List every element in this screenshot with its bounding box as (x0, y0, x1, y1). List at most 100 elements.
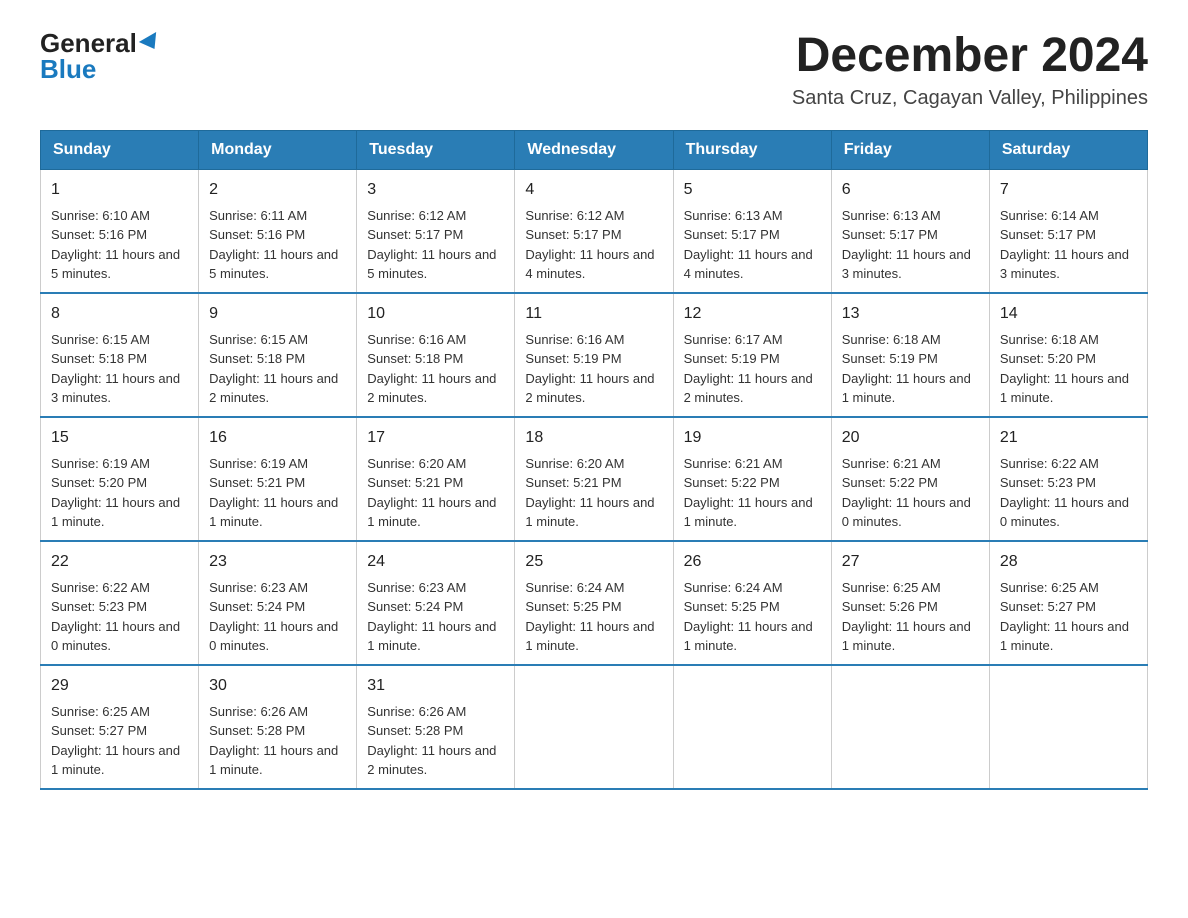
day-info: Sunrise: 6:19 AMSunset: 5:20 PMDaylight:… (51, 456, 180, 530)
day-info: Sunrise: 6:13 AMSunset: 5:17 PMDaylight:… (842, 208, 971, 282)
calendar-cell: 17 Sunrise: 6:20 AMSunset: 5:21 PMDaylig… (357, 417, 515, 541)
day-number: 23 (209, 550, 346, 574)
calendar-cell: 4 Sunrise: 6:12 AMSunset: 5:17 PMDayligh… (515, 169, 673, 293)
calendar-cell: 24 Sunrise: 6:23 AMSunset: 5:24 PMDaylig… (357, 541, 515, 665)
calendar-cell: 16 Sunrise: 6:19 AMSunset: 5:21 PMDaylig… (199, 417, 357, 541)
logo: General Blue (40, 30, 161, 82)
day-info: Sunrise: 6:19 AMSunset: 5:21 PMDaylight:… (209, 456, 338, 530)
day-number: 1 (51, 178, 188, 202)
calendar-cell: 21 Sunrise: 6:22 AMSunset: 5:23 PMDaylig… (989, 417, 1147, 541)
day-number: 22 (51, 550, 188, 574)
day-number: 21 (1000, 426, 1137, 450)
day-number: 17 (367, 426, 504, 450)
day-info: Sunrise: 6:23 AMSunset: 5:24 PMDaylight:… (209, 580, 338, 654)
calendar-header-thursday: Thursday (673, 130, 831, 169)
calendar-week-row: 8 Sunrise: 6:15 AMSunset: 5:18 PMDayligh… (41, 293, 1148, 417)
day-info: Sunrise: 6:26 AMSunset: 5:28 PMDaylight:… (367, 704, 496, 778)
day-number: 8 (51, 302, 188, 326)
calendar-cell (673, 665, 831, 789)
calendar-cell: 3 Sunrise: 6:12 AMSunset: 5:17 PMDayligh… (357, 169, 515, 293)
day-info: Sunrise: 6:23 AMSunset: 5:24 PMDaylight:… (367, 580, 496, 654)
day-info: Sunrise: 6:12 AMSunset: 5:17 PMDaylight:… (525, 208, 654, 282)
calendar-cell: 10 Sunrise: 6:16 AMSunset: 5:18 PMDaylig… (357, 293, 515, 417)
day-number: 28 (1000, 550, 1137, 574)
calendar-week-row: 22 Sunrise: 6:22 AMSunset: 5:23 PMDaylig… (41, 541, 1148, 665)
calendar-cell: 7 Sunrise: 6:14 AMSunset: 5:17 PMDayligh… (989, 169, 1147, 293)
calendar-cell: 30 Sunrise: 6:26 AMSunset: 5:28 PMDaylig… (199, 665, 357, 789)
calendar-cell: 19 Sunrise: 6:21 AMSunset: 5:22 PMDaylig… (673, 417, 831, 541)
calendar-header-monday: Monday (199, 130, 357, 169)
day-info: Sunrise: 6:15 AMSunset: 5:18 PMDaylight:… (51, 332, 180, 406)
calendar-header-row: SundayMondayTuesdayWednesdayThursdayFrid… (41, 130, 1148, 169)
page-subtitle: Santa Cruz, Cagayan Valley, Philippines (792, 87, 1148, 110)
calendar-cell: 27 Sunrise: 6:25 AMSunset: 5:26 PMDaylig… (831, 541, 989, 665)
calendar-cell: 2 Sunrise: 6:11 AMSunset: 5:16 PMDayligh… (199, 169, 357, 293)
calendar-cell: 14 Sunrise: 6:18 AMSunset: 5:20 PMDaylig… (989, 293, 1147, 417)
day-info: Sunrise: 6:22 AMSunset: 5:23 PMDaylight:… (51, 580, 180, 654)
day-info: Sunrise: 6:25 AMSunset: 5:27 PMDaylight:… (1000, 580, 1129, 654)
day-number: 7 (1000, 178, 1137, 202)
day-info: Sunrise: 6:10 AMSunset: 5:16 PMDaylight:… (51, 208, 180, 282)
day-info: Sunrise: 6:18 AMSunset: 5:19 PMDaylight:… (842, 332, 971, 406)
calendar-cell: 15 Sunrise: 6:19 AMSunset: 5:20 PMDaylig… (41, 417, 199, 541)
calendar-cell: 18 Sunrise: 6:20 AMSunset: 5:21 PMDaylig… (515, 417, 673, 541)
day-info: Sunrise: 6:24 AMSunset: 5:25 PMDaylight:… (525, 580, 654, 654)
day-number: 25 (525, 550, 662, 574)
calendar-cell: 31 Sunrise: 6:26 AMSunset: 5:28 PMDaylig… (357, 665, 515, 789)
day-info: Sunrise: 6:25 AMSunset: 5:27 PMDaylight:… (51, 704, 180, 778)
page-header: General Blue December 2024 Santa Cruz, C… (40, 30, 1148, 110)
day-info: Sunrise: 6:21 AMSunset: 5:22 PMDaylight:… (684, 456, 813, 530)
day-info: Sunrise: 6:22 AMSunset: 5:23 PMDaylight:… (1000, 456, 1129, 530)
calendar-header-friday: Friday (831, 130, 989, 169)
day-number: 24 (367, 550, 504, 574)
day-info: Sunrise: 6:12 AMSunset: 5:17 PMDaylight:… (367, 208, 496, 282)
day-info: Sunrise: 6:18 AMSunset: 5:20 PMDaylight:… (1000, 332, 1129, 406)
page-title: December 2024 (792, 30, 1148, 83)
day-number: 19 (684, 426, 821, 450)
day-number: 15 (51, 426, 188, 450)
day-info: Sunrise: 6:26 AMSunset: 5:28 PMDaylight:… (209, 704, 338, 778)
calendar-week-row: 29 Sunrise: 6:25 AMSunset: 5:27 PMDaylig… (41, 665, 1148, 789)
day-number: 18 (525, 426, 662, 450)
day-number: 26 (684, 550, 821, 574)
day-number: 5 (684, 178, 821, 202)
calendar-cell: 25 Sunrise: 6:24 AMSunset: 5:25 PMDaylig… (515, 541, 673, 665)
calendar-cell: 9 Sunrise: 6:15 AMSunset: 5:18 PMDayligh… (199, 293, 357, 417)
calendar-cell: 11 Sunrise: 6:16 AMSunset: 5:19 PMDaylig… (515, 293, 673, 417)
calendar-cell: 29 Sunrise: 6:25 AMSunset: 5:27 PMDaylig… (41, 665, 199, 789)
calendar-cell (831, 665, 989, 789)
title-block: December 2024 Santa Cruz, Cagayan Valley… (792, 30, 1148, 110)
calendar-header-sunday: Sunday (41, 130, 199, 169)
day-number: 12 (684, 302, 821, 326)
day-number: 14 (1000, 302, 1137, 326)
day-number: 16 (209, 426, 346, 450)
day-number: 10 (367, 302, 504, 326)
calendar-header-tuesday: Tuesday (357, 130, 515, 169)
calendar-cell: 26 Sunrise: 6:24 AMSunset: 5:25 PMDaylig… (673, 541, 831, 665)
logo-triangle-icon (139, 32, 163, 54)
day-number: 30 (209, 674, 346, 698)
day-number: 2 (209, 178, 346, 202)
day-info: Sunrise: 6:24 AMSunset: 5:25 PMDaylight:… (684, 580, 813, 654)
calendar-cell: 13 Sunrise: 6:18 AMSunset: 5:19 PMDaylig… (831, 293, 989, 417)
day-info: Sunrise: 6:11 AMSunset: 5:16 PMDaylight:… (209, 208, 338, 282)
day-info: Sunrise: 6:16 AMSunset: 5:18 PMDaylight:… (367, 332, 496, 406)
day-number: 4 (525, 178, 662, 202)
day-info: Sunrise: 6:14 AMSunset: 5:17 PMDaylight:… (1000, 208, 1129, 282)
day-number: 9 (209, 302, 346, 326)
calendar-cell: 22 Sunrise: 6:22 AMSunset: 5:23 PMDaylig… (41, 541, 199, 665)
calendar-cell: 20 Sunrise: 6:21 AMSunset: 5:22 PMDaylig… (831, 417, 989, 541)
day-number: 3 (367, 178, 504, 202)
calendar-cell (515, 665, 673, 789)
calendar-cell: 6 Sunrise: 6:13 AMSunset: 5:17 PMDayligh… (831, 169, 989, 293)
calendar-cell: 28 Sunrise: 6:25 AMSunset: 5:27 PMDaylig… (989, 541, 1147, 665)
day-info: Sunrise: 6:16 AMSunset: 5:19 PMDaylight:… (525, 332, 654, 406)
calendar-week-row: 15 Sunrise: 6:19 AMSunset: 5:20 PMDaylig… (41, 417, 1148, 541)
logo-blue-text: Blue (40, 56, 96, 82)
day-number: 31 (367, 674, 504, 698)
day-number: 13 (842, 302, 979, 326)
day-info: Sunrise: 6:21 AMSunset: 5:22 PMDaylight:… (842, 456, 971, 530)
logo-general-text: General (40, 30, 137, 56)
calendar-cell: 5 Sunrise: 6:13 AMSunset: 5:17 PMDayligh… (673, 169, 831, 293)
day-info: Sunrise: 6:15 AMSunset: 5:18 PMDaylight:… (209, 332, 338, 406)
